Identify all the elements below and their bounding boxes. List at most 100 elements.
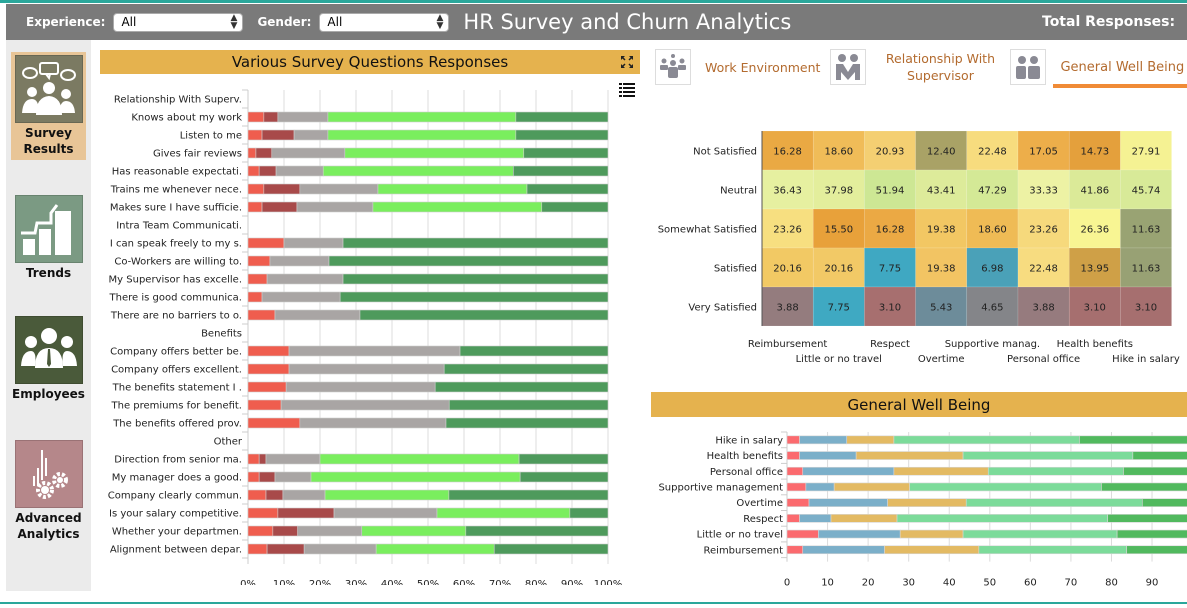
category-label: My Supervisor has excelle. — [109, 275, 242, 286]
sidebar-item-employees[interactable]: Employees — [11, 313, 86, 405]
survey-chart-title: Various Survey Questions Responses — [231, 53, 509, 71]
tab-relationship-with-supervisor[interactable]: Relationship With Supervisor — [830, 44, 1000, 90]
bar-segment — [265, 453, 321, 465]
heatmap-cell-value: 22.48 — [1029, 264, 1058, 275]
bar-segment — [247, 165, 260, 177]
sidebar-item-survey-results[interactable]: Survey Results — [11, 52, 86, 160]
x-tick-label: 70 — [1065, 578, 1078, 589]
bar-segment — [515, 111, 609, 123]
x-tick-label: 30 — [902, 578, 915, 589]
expand-icon[interactable] — [620, 55, 634, 69]
bar-segment — [280, 399, 450, 411]
heatmap-cell-value: 7.75 — [879, 264, 901, 275]
category-label: The benefits statement I . — [112, 383, 242, 394]
heatmap-row-label: Neutral — [720, 186, 757, 197]
bar-segment — [436, 507, 571, 519]
bar-segment — [261, 129, 295, 141]
bar-segment — [247, 453, 260, 465]
heatmap-cell-value: 19.38 — [927, 264, 956, 275]
heatmap-column-label: Overtime — [918, 354, 965, 365]
bar-segment — [247, 525, 274, 537]
x-tick-label: 40% — [381, 579, 403, 585]
survey-questions-panel-header: Various Survey Questions Responses — [100, 50, 640, 74]
heatmap-cell-value: 23.26 — [773, 225, 802, 236]
bar-segment — [786, 498, 810, 507]
group-header-label: Other — [214, 437, 243, 448]
bar-segment — [799, 435, 848, 445]
bar-segment — [247, 417, 301, 429]
bar-segment — [459, 345, 609, 357]
heatmap-column-label: Supportive manag. — [945, 339, 1040, 350]
analytics-gears-icon — [14, 440, 83, 508]
bar-segment — [344, 147, 525, 159]
bar-segment — [299, 183, 379, 195]
heatmap-cell-value: 17.05 — [1029, 147, 1058, 158]
category-label: Hike in salary — [715, 435, 783, 446]
group-header-label: Relationship With Superv. — [114, 95, 242, 106]
bar-segment — [277, 507, 335, 519]
bar-segment — [247, 345, 290, 357]
bar-segment — [434, 381, 609, 393]
heatmap-cell-value: 22.48 — [978, 147, 1007, 158]
bar-segment — [247, 111, 265, 123]
sidebar-label: Employees — [12, 387, 85, 401]
bar-segment — [288, 345, 461, 357]
gender-label: Gender: — [257, 15, 312, 29]
category-tabs: Work Environment Relationship With Super… — [655, 44, 1187, 92]
bar-segment — [247, 543, 268, 555]
bar-segment — [296, 201, 374, 213]
category-label: My manager does a good. — [112, 473, 242, 484]
heatmap-column-label: Health benefits — [1057, 339, 1133, 350]
bar-segment — [261, 291, 341, 303]
heatmap-row-label: Not Satisfied — [693, 147, 757, 158]
gender-select[interactable]: All ▲ ▼ — [319, 12, 450, 32]
bar-segment — [303, 543, 377, 555]
experience-select[interactable]: All ▲ ▼ — [113, 12, 244, 32]
bar-segment — [342, 237, 609, 249]
bar-segment — [247, 183, 265, 195]
category-label: Is your salary competitive. — [109, 509, 242, 520]
bar-segment — [987, 466, 1124, 476]
bar-segment — [846, 435, 895, 445]
bar-segment — [247, 147, 257, 159]
bar-segment — [799, 514, 832, 523]
bar-segment — [893, 466, 989, 476]
heatmap-cell-value: 43.41 — [927, 186, 956, 197]
tab-general-well-being[interactable]: General Well Being — [1010, 44, 1184, 90]
heatmap-cell-value: 23.26 — [1029, 225, 1058, 236]
sidebar-item-trends[interactable]: Trends — [11, 192, 86, 284]
bar-segment — [263, 183, 301, 195]
tab-work-environment[interactable]: Work Environment — [655, 44, 820, 90]
bar-segment — [275, 165, 324, 177]
bar-segment — [896, 514, 1109, 523]
bottom-rule — [0, 602, 1187, 604]
select-arrows-icon: ▲ ▼ — [230, 13, 238, 31]
heatmap-cell-value: 47.29 — [978, 186, 1007, 197]
header-bar: Experience: All ▲ ▼ Gender: All ▲ ▼ HR Sur… — [6, 4, 1187, 40]
heatmap-cell-value: 45.74 — [1132, 186, 1161, 197]
heatmap-column-label: Little or no travel — [796, 354, 882, 365]
category-label: Respect — [743, 514, 783, 525]
sidebar-label: Trends — [25, 266, 72, 280]
bar-segment — [265, 489, 284, 501]
top-rule — [0, 0, 1187, 3]
x-tick-label: 70% — [489, 579, 511, 585]
sidebar-item-advanced-analytics[interactable]: Advanced Analytics — [11, 437, 86, 545]
total-responses-label: Total Responses: — [1042, 14, 1176, 30]
bar-segment — [448, 399, 609, 411]
bar-segment — [359, 309, 609, 321]
bar-segment — [247, 129, 263, 141]
heatmap-cell-value: 6.98 — [981, 264, 1003, 275]
bar-segment — [519, 471, 609, 483]
category-label: Reimbursement — [704, 545, 784, 556]
category-label: Makes sure I have sufficie. — [110, 203, 242, 214]
satisfaction-heatmap: Not Satisfied 16.28 18.60 20.93 12.40 22.48 17… — [658, 130, 1180, 365]
category-label: Has reasonable expectati. — [112, 167, 242, 178]
heatmap-cell-value: 41.86 — [1080, 186, 1109, 197]
survey-questions-chart: 0% 10% 20% 30% 40% 50% 60% 70% 80% 90% 100% Relatio… — [108, 89, 622, 585]
category-label: Gives fair reviews — [153, 149, 242, 160]
two-people-icon — [830, 49, 867, 85]
bar-segment — [887, 498, 967, 507]
bar-segment — [247, 273, 268, 285]
bar-segment — [1116, 529, 1187, 539]
